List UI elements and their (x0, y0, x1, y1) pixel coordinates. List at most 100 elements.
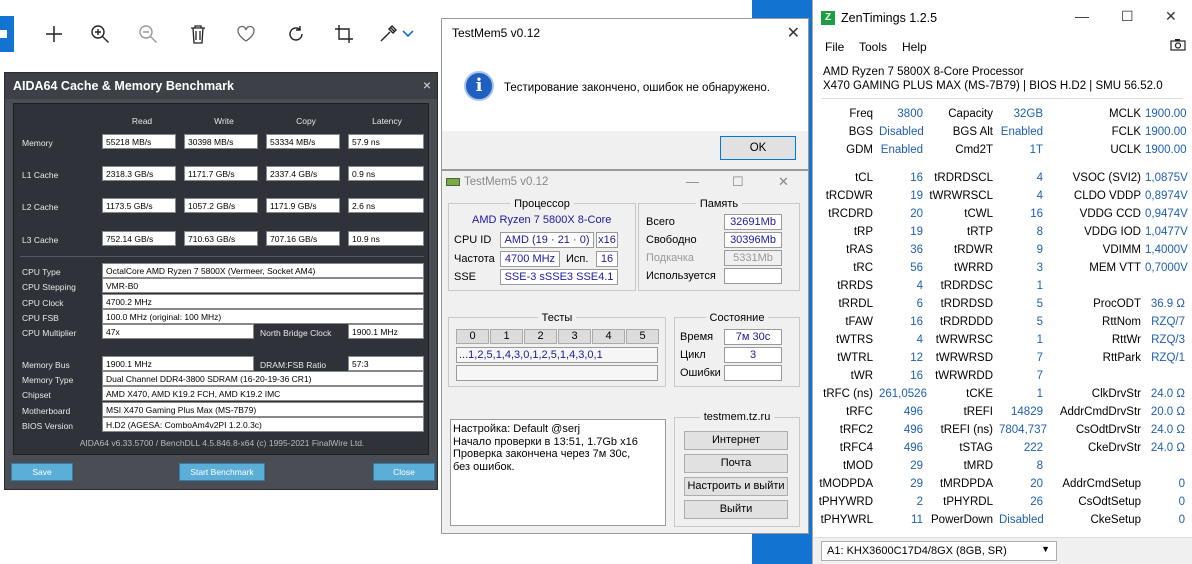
dialog-title: TestMem5 v0.12 (452, 26, 541, 40)
log-textbox[interactable]: Настройка: Default @serj Начало проверки… (450, 419, 666, 526)
timing-label: ClkDrvStr (1091, 388, 1141, 400)
timing-label: tWRWRSCL (929, 190, 993, 202)
timing-value: 20.0 Ω (1150, 406, 1185, 418)
memory-type-label: Memory Type (22, 375, 74, 385)
close-icon[interactable]: ✕ (778, 174, 789, 190)
ok-button[interactable]: OK (720, 136, 796, 160)
timing-label: BGS (848, 126, 873, 138)
cpu-clock-value: 4700.2 MHz (102, 294, 424, 309)
timing-value: 16 (910, 172, 923, 184)
timing-value: 4 (916, 334, 923, 346)
plus-icon[interactable] (36, 16, 72, 52)
dropdown-arrow-icon: ▼ (1041, 544, 1050, 554)
timing-label: RttNom (1102, 316, 1141, 328)
image-icon[interactable] (0, 16, 14, 52)
timing-label: tWTRL (837, 352, 873, 364)
timing-value: 20 (910, 208, 923, 220)
timing-value: 29 (910, 460, 923, 472)
timing-value: 1,0477V (1145, 226, 1188, 238)
memory-bus-value: 1900.1 MHz (102, 356, 254, 371)
timing-label: BGS Alt (952, 126, 993, 138)
timing-label: GDM (846, 144, 873, 156)
chevron-down-icon[interactable] (396, 16, 420, 52)
used-threads-label: Исп. (566, 253, 589, 265)
memory-type-value: Dual Channel DDR4-3800 SDRAM (16-20-19-3… (102, 371, 424, 386)
timing-value: 1900.00 (1145, 126, 1187, 138)
timing-value: 0,8974V (1145, 190, 1188, 202)
timing-value: 24.0 Ω (1150, 442, 1185, 454)
timing-value: 7 (1036, 352, 1043, 364)
timing-label: MEM VTT (1089, 262, 1141, 274)
timing-label: AddrCmdDrvStr (1059, 406, 1141, 418)
errors-value (724, 365, 782, 381)
chipset-label: Chipset (22, 390, 51, 400)
timing-label: CsOdtSetup (1078, 496, 1141, 508)
rotate-icon[interactable] (278, 16, 314, 52)
timing-label: MCLK (1109, 108, 1141, 120)
timing-label: tRFC4 (839, 442, 873, 454)
test-num: 3 (558, 329, 591, 344)
timing-label: PowerDown (931, 514, 993, 526)
memory-copy: 53334 MB/s (266, 134, 340, 149)
dimm-select[interactable]: A1: KHX3600C17D4/8GX (8GB, SR) ▼ (821, 541, 1057, 561)
timing-label: tMODPDA (819, 478, 873, 490)
timing-value: 36 (910, 244, 923, 256)
used-mem-label: Используется (646, 270, 716, 282)
testmem-window: TestMem5 v0.12 — ☐ ✕ Процессор AMD Ryzen… (441, 170, 809, 534)
memory-bus-label: Memory Bus (22, 360, 70, 370)
dram-ratio-label: DRAM:FSB Ratio (260, 360, 327, 370)
timing-label: tRTP (967, 226, 993, 238)
timing-value: 14829 (1011, 406, 1043, 418)
timing-label: tRDRDSCL (934, 172, 993, 184)
internet-button[interactable]: Интернет (684, 431, 788, 450)
col-header-read: Read (131, 116, 153, 126)
timing-label: Cmd2T (955, 144, 993, 156)
maximize-icon[interactable]: ☐ (732, 174, 744, 190)
save-button[interactable]: Save (11, 463, 73, 481)
row-label-l1: L1 Cache (22, 170, 59, 180)
zoom-out-icon[interactable] (130, 16, 166, 52)
timing-value: 8 (1036, 460, 1043, 472)
timing-label: tRDRDSC (940, 280, 993, 292)
timing-value: Enabled (880, 144, 923, 156)
timing-value: 496 (903, 424, 923, 436)
crop-icon[interactable] (326, 16, 362, 52)
trash-icon[interactable] (180, 16, 216, 52)
timing-label: tFAW (845, 316, 873, 328)
exit-button[interactable]: Выйти (684, 500, 788, 519)
setup-and-exit-button[interactable]: Настроить и выйти (684, 477, 788, 496)
close-icon[interactable]: ✕ (787, 23, 800, 43)
timing-label: tRFC2 (839, 424, 873, 436)
close-button[interactable]: Close (373, 463, 435, 481)
test-sequence: ...1,2,5,1,4,3,0,1,2,5,1,4,3,0,1 (456, 347, 658, 363)
timing-value: 1 (1036, 280, 1043, 292)
zoom-in-icon[interactable] (82, 16, 118, 52)
start-benchmark-button[interactable]: Start Benchmark (179, 463, 265, 481)
timing-label: tCWL (964, 208, 993, 220)
test-num: 4 (592, 329, 625, 344)
timing-value: 20 (1030, 478, 1043, 490)
timing-value: 1 (1036, 334, 1043, 346)
timing-label: tMRDPDA (939, 478, 993, 490)
mail-button[interactable]: Почта (684, 454, 788, 473)
test-num: 1 (490, 329, 523, 344)
timing-value: 11 (911, 514, 923, 526)
test-num: 5 (626, 329, 659, 344)
cpu-multiplier-label: CPU Multiplier (22, 328, 77, 338)
timing-value: 0 (1178, 514, 1185, 526)
timing-value: 9 (1036, 244, 1043, 256)
dialog-message: Тестирование закончено, ошибок не обнару… (504, 82, 770, 94)
timing-value: 16 (1030, 208, 1043, 220)
total-value: 32691Mb (724, 214, 782, 230)
minimize-icon[interactable]: — (686, 174, 699, 189)
close-icon[interactable]: × (423, 77, 431, 93)
timing-label: CLDO VDDP (1073, 190, 1141, 202)
freq-value: 4700 MHz (500, 251, 560, 267)
heart-icon[interactable] (228, 16, 264, 52)
col-header-write: Write (214, 116, 234, 126)
timing-value: 5 (1036, 298, 1043, 310)
l3-latency: 10.9 ns (348, 231, 424, 246)
cpu-multiplier-value: 47x (102, 324, 254, 339)
timing-label: tWRRD (954, 262, 993, 274)
timing-label: FCLK (1111, 126, 1141, 138)
